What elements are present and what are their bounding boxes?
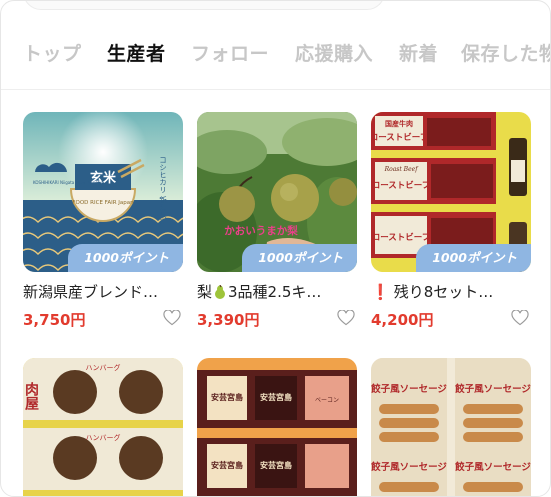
- tab-new[interactable]: 新着: [399, 39, 438, 69]
- points-badge: 1000ポイント: [416, 244, 531, 272]
- product-card-roast-beef[interactable]: 国産牛肉 ローストビーフ Roast Beef ローストビーフ ローストビーフ …: [371, 112, 531, 329]
- tab-support-purchase[interactable]: 応援購入: [295, 39, 373, 69]
- svg-text:コシヒカリ 新潟県産: コシヒカリ 新潟県産: [158, 156, 167, 227]
- product-image-roast-beef: 国産牛肉 ローストビーフ Roast Beef ローストビーフ ローストビーフ …: [371, 112, 531, 272]
- svg-text:ハンバーグ: ハンバーグ: [86, 363, 121, 372]
- product-card-pear[interactable]: かおいうまか梨 1000ポイント 梨 3品種2.5キ… 3,390円: [197, 112, 357, 329]
- svg-text:餃子風ソーセージ: 餃子風ソーセージ: [455, 461, 531, 473]
- product-price: 3,390円: [197, 311, 260, 329]
- svg-text:安芸宮島: 安芸宮島: [211, 460, 243, 470]
- product-price: 4,200円: [371, 311, 434, 329]
- svg-text:KOSHIHIKARI Niigata Japan Vari: KOSHIHIKARI Niigata Japan Variety: [33, 180, 103, 185]
- alert-icon: ❗: [371, 283, 390, 301]
- tab-top[interactable]: トップ: [23, 39, 82, 69]
- svg-text:安芸宮島: 安芸宮島: [260, 460, 292, 470]
- tab-saved[interactable]: 保存した物: [461, 39, 550, 69]
- svg-text:安芸宮島: 安芸宮島: [260, 392, 292, 402]
- svg-text:ベーコン: ベーコン: [315, 397, 339, 404]
- tab-follow[interactable]: フォロー: [191, 39, 269, 69]
- product-image-rice: 玄米 FOOD RICE FAIR Japan KOSHIHIKARI Niig…: [23, 112, 183, 272]
- category-tabs: トップ 生産者 フォロー 応援購入 新着 保存した物: [1, 39, 550, 73]
- points-badge: 1000ポイント: [68, 244, 183, 272]
- product-price: 3,750円: [23, 311, 86, 329]
- pear-caption: かおいうまか梨: [224, 224, 298, 237]
- product-image-pear: かおいうまか梨 1000ポイント: [197, 112, 357, 272]
- product-image-bacon: 安芸宮島 安芸宮島 ベーコン 安芸宮島 安芸宮島: [197, 358, 357, 496]
- svg-text:ローストビーフ: ローストビーフ: [371, 132, 428, 143]
- svg-text:国産牛肉: 国産牛肉: [385, 119, 413, 128]
- svg-text:安芸宮島: 安芸宮島: [211, 392, 243, 402]
- product-card-rice[interactable]: 玄米 FOOD RICE FAIR Japan KOSHIHIKARI Niig…: [23, 112, 183, 329]
- heart-icon[interactable]: [511, 310, 529, 326]
- svg-text:Roast Beef: Roast Beef: [384, 166, 420, 173]
- search-bar-remnant[interactable]: [23, 1, 385, 10]
- svg-text:肉屋: 肉屋: [23, 381, 39, 411]
- pear-icon: [215, 285, 226, 299]
- product-title: ❗ 残り8セット…: [371, 283, 494, 301]
- product-title: 梨 3品種2.5キ…: [197, 283, 322, 301]
- tab-producers[interactable]: 生産者: [107, 39, 166, 69]
- points-badge: 1000ポイント: [242, 244, 357, 272]
- svg-text:ハンバーグ: ハンバーグ: [86, 433, 121, 442]
- svg-text:餃子風ソーセージ: 餃子風ソーセージ: [371, 461, 447, 473]
- product-card-bacon[interactable]: 安芸宮島 安芸宮島 ベーコン 安芸宮島 安芸宮島: [197, 358, 357, 496]
- product-card-hamburg[interactable]: 肉屋 ハンバーグ ハンバーグ: [23, 358, 183, 496]
- product-card-gyoza-sausage[interactable]: 餃子風ソーセージ 餃子風ソーセージ 餃子風ソーセージ 餃子風ソーセージ: [371, 358, 531, 496]
- svg-text:ローストビーフ: ローストビーフ: [372, 232, 431, 243]
- heart-icon[interactable]: [337, 310, 355, 326]
- svg-text:餃子風ソーセージ: 餃子風ソーセージ: [371, 383, 447, 395]
- heart-icon[interactable]: [163, 310, 181, 326]
- app-frame: トップ 生産者 フォロー 応援購入 新着 保存した物 玄米 FOOD RICE …: [0, 0, 551, 497]
- product-image-hamburg: 肉屋 ハンバーグ ハンバーグ: [23, 358, 183, 496]
- svg-text:ローストビーフ: ローストビーフ: [372, 180, 431, 191]
- svg-text:餃子風ソーセージ: 餃子風ソーセージ: [455, 383, 531, 395]
- product-image-gyoza-sausage: 餃子風ソーセージ 餃子風ソーセージ 餃子風ソーセージ 餃子風ソーセージ: [371, 358, 531, 496]
- tabs-divider: [1, 89, 550, 90]
- svg-text:FOOD RICE FAIR Japan: FOOD RICE FAIR Japan: [72, 200, 134, 206]
- product-title: 新潟県産ブレンド…: [23, 283, 159, 301]
